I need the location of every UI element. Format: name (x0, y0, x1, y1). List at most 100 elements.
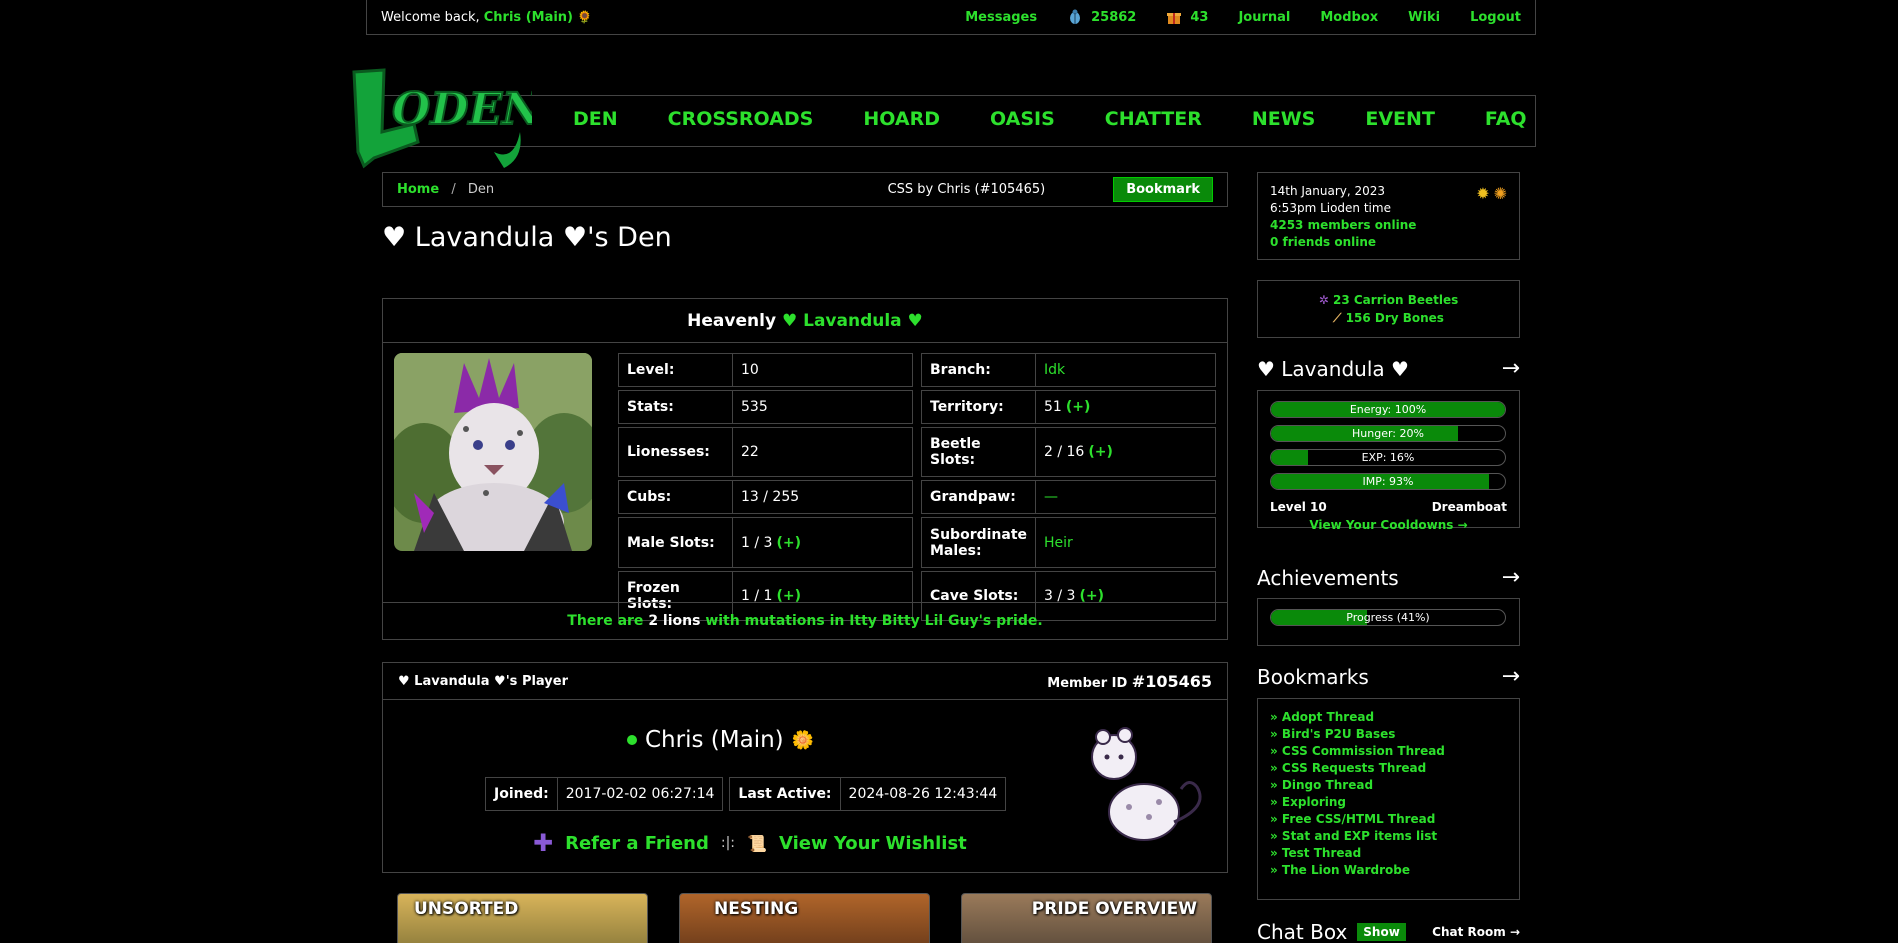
bookmark-link[interactable]: » CSS Requests Thread (1270, 760, 1507, 777)
stat-label: Male Slots: (619, 518, 733, 567)
arrow-right-icon[interactable]: → (1502, 356, 1520, 381)
nav-den[interactable]: DEN (573, 108, 618, 130)
nav-oasis[interactable]: OASIS (990, 108, 1055, 130)
bookmark-link[interactable]: » CSS Commission Thread (1270, 743, 1507, 760)
chat-show-button[interactable]: Show (1357, 923, 1406, 941)
mutations-notice[interactable]: There are 2 lions with mutations in Itty… (383, 602, 1227, 639)
time-box: 14th January, 2023 6:53pm Lioden time 42… (1257, 172, 1520, 260)
stat-label: Lionesses: (619, 428, 733, 476)
nav-crossroads[interactable]: CROSSROADS (668, 108, 814, 130)
arrow-right-icon[interactable]: → (1502, 664, 1520, 689)
last-active-field: Last Active: 2024-08-26 12:43:44 (729, 777, 1007, 811)
status-bar-label: EXP: 16% (1361, 451, 1415, 464)
bookmark-button[interactable]: Bookmark (1113, 177, 1213, 202)
nav-event[interactable]: EVENT (1365, 108, 1435, 130)
stat-row: Territory: 51 (+) (921, 390, 1216, 424)
stat-label: Level: (619, 354, 733, 386)
bookmark-link[interactable]: » Free CSS/HTML Thread (1270, 811, 1507, 828)
unsorted-label: UNSORTED (414, 899, 519, 919)
arrow-right-icon[interactable]: → (1502, 565, 1520, 590)
bookmarks-box: » Adopt Thread» Bird's P2U Bases» CSS Co… (1257, 698, 1520, 900)
lion-portrait[interactable] (394, 353, 592, 551)
breadcrumb: Home / Den (397, 182, 495, 197)
plus-icon: ✚ (533, 829, 554, 857)
add-slot-link[interactable]: (+) (1066, 399, 1091, 415)
page-title: ♥ Lavandula ♥'s Den (382, 222, 672, 253)
bookmark-link[interactable]: » Test Thread (1270, 845, 1507, 862)
stat-value: 22 (741, 444, 759, 460)
achievements-box: Progress (41%) (1257, 598, 1520, 646)
add-slot-link[interactable]: (+) (776, 535, 801, 551)
nesting-label: NESTING (714, 899, 799, 919)
modbox-link[interactable]: Modbox (1320, 10, 1378, 25)
view-cooldowns-link[interactable]: View Your Cooldowns → (1270, 518, 1507, 532)
nav-faq[interactable]: FAQ (1485, 108, 1527, 130)
messages-link[interactable]: Messages (965, 10, 1037, 25)
nesting-panel[interactable]: NESTING (679, 893, 930, 943)
css-credit: CSS by Chris (#105465) (887, 182, 1046, 197)
logout-link[interactable]: Logout (1470, 10, 1521, 25)
nav-hoard[interactable]: HOARD (863, 108, 940, 130)
bookmark-link[interactable]: » Exploring (1270, 794, 1507, 811)
stat-row: Subordinate Males: Heir (921, 517, 1216, 568)
date-text: 14th January, 2023 (1270, 184, 1386, 198)
sun-icon: ✺ (1493, 184, 1507, 203)
add-slot-link[interactable]: (+) (1088, 444, 1113, 460)
lioden-logo[interactable]: ODEN (344, 62, 532, 170)
nav-news[interactable]: NEWS (1252, 108, 1316, 130)
bookmark-link[interactable]: » Dingo Thread (1270, 777, 1507, 794)
stat-row: Beetle Slots: 2 / 16 (+) (921, 427, 1216, 477)
wishlist-link[interactable]: View Your Wishlist (779, 833, 967, 854)
cub-avatar-image (1091, 727, 1202, 841)
player-box-title: ♥ Lavandula ♥'s Player (398, 673, 569, 689)
nav-chatter[interactable]: CHATTER (1105, 108, 1202, 130)
svg-text:ODEN: ODEN (392, 84, 532, 135)
stat-value: — (1044, 489, 1058, 505)
stat-label: Subordinate Males: (922, 518, 1036, 567)
chat-box-title: Chat Box (1257, 920, 1348, 943)
breadcrumb-home[interactable]: Home (397, 182, 439, 197)
member-id: Member ID #105465 (1047, 671, 1212, 691)
bookmark-link[interactable]: » Stat and EXP items list (1270, 828, 1507, 845)
stat-value: 535 (741, 399, 768, 415)
breadcrumb-current: Den (467, 182, 495, 197)
lion-status-box: Energy: 100% Hunger: 20% EXP: 16% IMP: 93% … (1257, 390, 1520, 532)
chat-room-link[interactable]: Chat Room → (1432, 925, 1520, 939)
stat-row: Branch: Idk (921, 353, 1216, 387)
dry-bones-item[interactable]: ⟋ 156 Dry Bones (1333, 309, 1444, 327)
stat-label: Cubs: (619, 481, 733, 513)
achievements-title: Achievements → (1257, 565, 1520, 590)
rank-text: Dreamboat (1431, 500, 1507, 514)
pride-overview-panel[interactable]: PRIDE OVERVIEW (961, 893, 1212, 943)
beetles-currency[interactable]: 25862 (1067, 9, 1136, 25)
members-online-link[interactable]: 4253 members online (1270, 217, 1507, 234)
gifts-currency[interactable]: 43 (1166, 9, 1208, 25)
stat-label: Territory: (922, 391, 1036, 423)
flower-icon: 🌻 (577, 9, 593, 24)
status-bar-label: Energy: 100% (1349, 403, 1427, 416)
bookmark-link[interactable]: » The Lion Wardrobe (1270, 862, 1507, 879)
sun-icon: ✹ (1476, 184, 1490, 203)
wiki-link[interactable]: Wiki (1408, 10, 1440, 25)
bookmark-link[interactable]: » Bird's P2U Bases (1270, 726, 1507, 743)
user-name-link[interactable]: Chris (Main) (484, 10, 573, 25)
items-box: ✲ 23 Carrion Beetles ⟋ 156 Dry Bones (1257, 280, 1520, 338)
stat-row: Lionesses: 22 (618, 427, 913, 477)
lion-stats: Level: 10 Branch: Idk Stats: 535 Territory: 51(… (618, 353, 1218, 621)
journal-link[interactable]: Journal (1238, 10, 1290, 25)
stat-row: Grandpaw: — (921, 480, 1216, 514)
chat-box-header: Chat Box Show Chat Room → (1257, 920, 1520, 943)
lion-status-title: ♥ Lavandula ♥ → (1257, 356, 1520, 381)
main-nav: DEN CROSSROADS HOARD OASIS CHATTER NEWS … (573, 108, 1527, 130)
refer-friend-link[interactable]: Refer a Friend (565, 833, 709, 854)
stat-value: 2 / 16 (+) (1044, 444, 1113, 460)
carrion-beetles-item[interactable]: ✲ 23 Carrion Beetles (1319, 291, 1459, 309)
stat-label: Beetle Slots: (922, 428, 1036, 476)
achievements-progress-bar: Progress (41%) (1270, 609, 1506, 626)
friends-online-link[interactable]: 0 friends online (1270, 234, 1507, 251)
bookmark-link[interactable]: » Adopt Thread (1270, 709, 1507, 726)
top-bar: Welcome back, Chris (Main) 🌻 Messages 25… (366, 0, 1536, 35)
unsorted-panel[interactable]: UNSORTED (397, 893, 648, 943)
stat-label: Grandpaw: (922, 481, 1036, 513)
stat-row: Male Slots: 1 / 3 (+) (618, 517, 913, 568)
